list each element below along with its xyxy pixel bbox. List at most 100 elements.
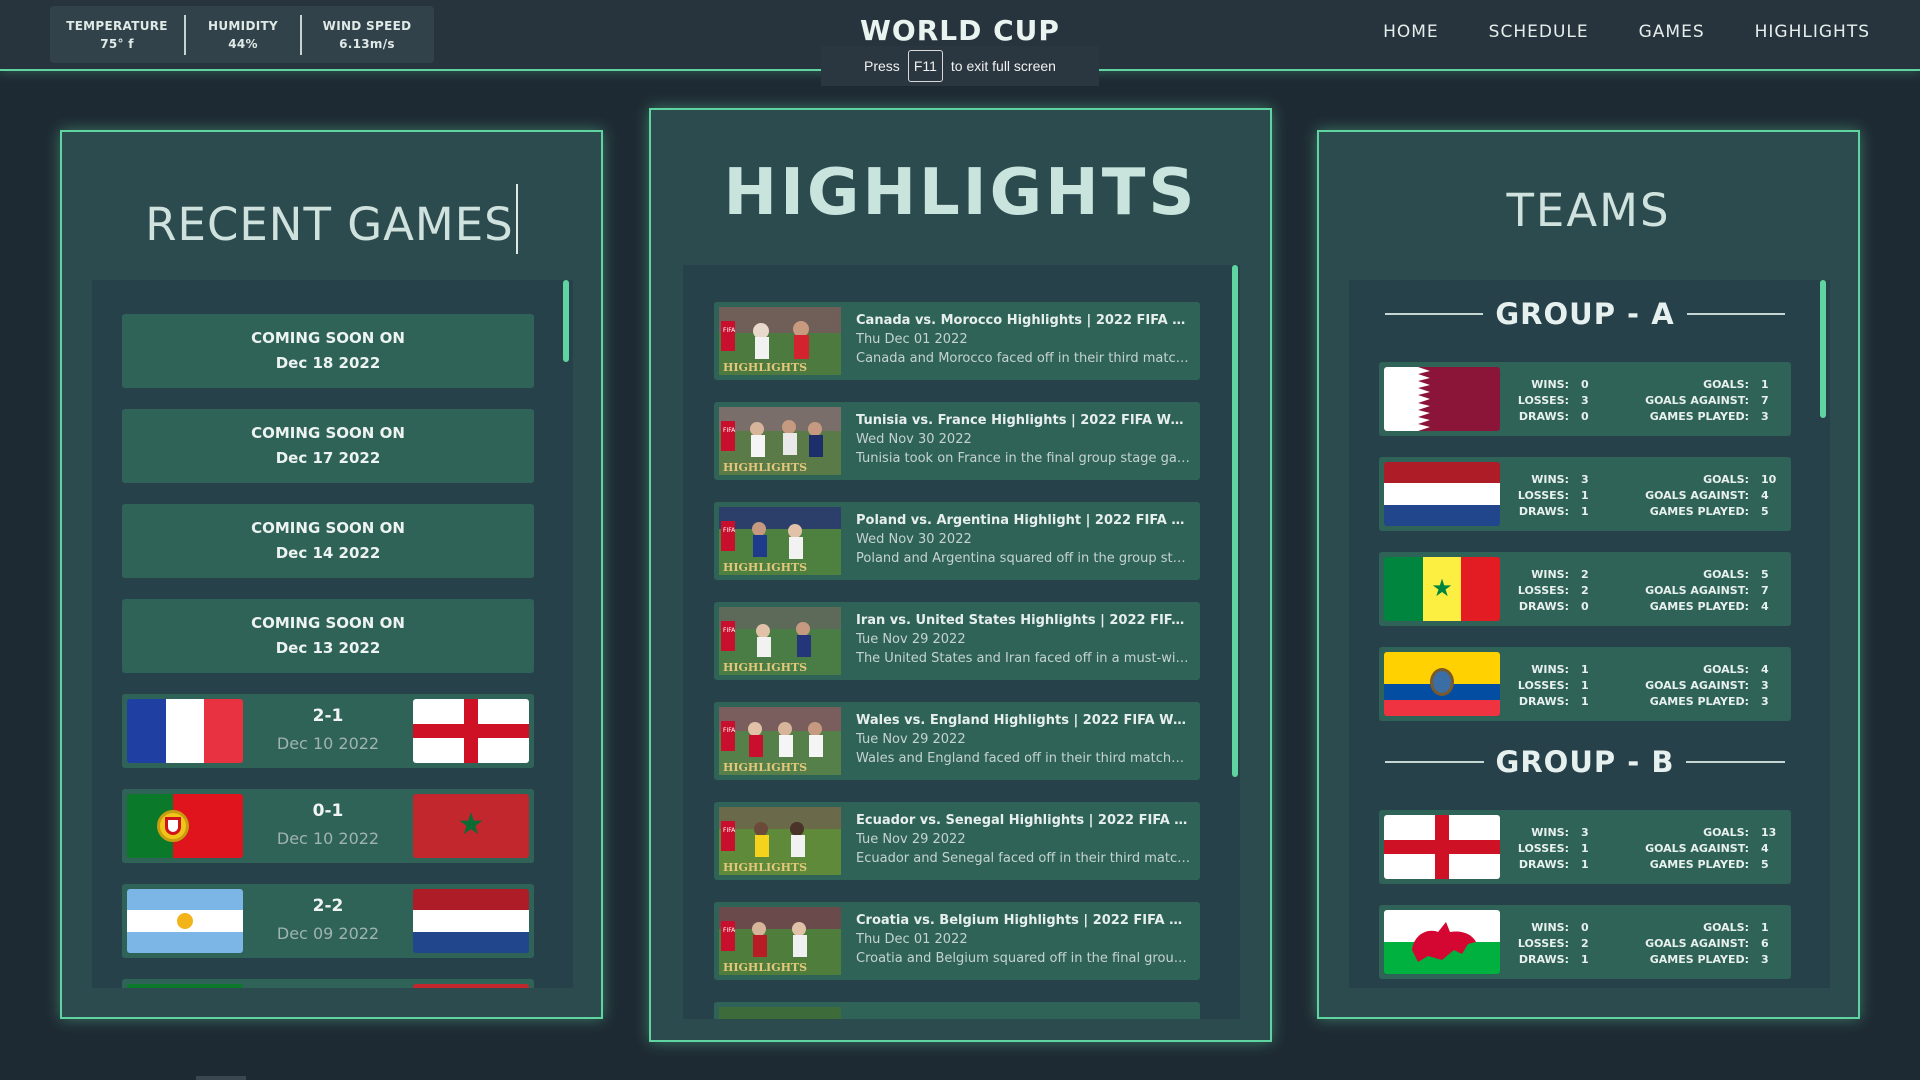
highlight-card[interactable] bbox=[714, 1002, 1200, 1019]
highlights-panel: HIGHLIGHTS FIFA HIGHLIGHTS Canada vs. Mor… bbox=[649, 108, 1272, 1042]
team-goals: GOALS: 4 GOALS AGAINST: 3 GAMES PLAYED: 3 bbox=[1645, 663, 1769, 708]
highlight-card[interactable]: FIFA HIGHLIGHTS Ecuador vs. Senegal Highl… bbox=[714, 802, 1200, 880]
game-result[interactable]: 2-2 Dec 09 2022 bbox=[122, 884, 534, 958]
video-thumbnail: FIFA HIGHLIGHTS bbox=[719, 807, 841, 875]
team-row[interactable]: WINS: 1 LOSSES: 1 DRAWS: 1 GOALS: 4 GOALS AG… bbox=[1379, 647, 1791, 721]
highlight-card[interactable]: FIFA HIGHLIGHTS Canada vs. Morocco Highli… bbox=[714, 302, 1200, 380]
nav-highlights[interactable]: HIGHLIGHTS bbox=[1755, 22, 1870, 42]
group-a-heading: GROUP - A bbox=[1385, 294, 1785, 334]
qatar-flag bbox=[1384, 367, 1500, 431]
video-thumbnail: FIFA HIGHLIGHTS bbox=[719, 607, 841, 675]
game-score: 0-1 bbox=[312, 801, 344, 821]
video-thumbnail: FIFA HIGHLIGHTS bbox=[719, 507, 841, 575]
team-row[interactable]: WINS: 0 LOSSES: 2 DRAWS: 1 GOALS: 1 GOALS AG… bbox=[1379, 905, 1791, 979]
scrollbar[interactable] bbox=[1232, 265, 1238, 777]
upcoming-game[interactable]: COMING SOON ON Dec 13 2022 bbox=[122, 599, 534, 673]
argentina-flag bbox=[127, 889, 243, 953]
svg-text:FIFA: FIFA bbox=[723, 927, 736, 934]
team-goals: GOALS: 5 GOALS AGAINST: 7 GAMES PLAYED: 4 bbox=[1645, 568, 1769, 613]
nav-games[interactable]: GAMES bbox=[1639, 22, 1705, 42]
team-record: WINS: 0 LOSSES: 2 DRAWS: 1 bbox=[1517, 921, 1589, 966]
netherlands-flag bbox=[1384, 462, 1500, 526]
svg-text:FIFA: FIFA bbox=[723, 527, 736, 534]
highlight-title[interactable]: Ecuador vs. Senegal Highlights | 2022 FI… bbox=[856, 813, 1192, 828]
highlight-description: Tunisia took on France in the final grou… bbox=[856, 451, 1192, 466]
svg-text:HIGHLIGHTS: HIGHLIGHTS bbox=[723, 961, 807, 974]
svg-text:FIFA: FIFA bbox=[723, 627, 736, 634]
fullscreen-text: to exit full screen bbox=[950, 58, 1056, 74]
team-row[interactable]: ★ WINS: 2 LOSSES: 2 DRAWS: 0 GOALS: 5 GOALS … bbox=[1379, 552, 1791, 626]
nav-schedule[interactable]: SCHEDULE bbox=[1489, 22, 1589, 42]
highlight-card[interactable]: FIFA HIGHLIGHTS Poland vs. Argentina High… bbox=[714, 502, 1200, 580]
highlight-description: Croatia and Belgium squared off in the f… bbox=[856, 951, 1192, 966]
svg-text:HIGHLIGHTS: HIGHLIGHTS bbox=[723, 861, 807, 874]
taskbar-hint bbox=[196, 1076, 246, 1080]
highlight-date: Wed Nov 30 2022 bbox=[856, 532, 972, 547]
svg-text:HIGHLIGHTS: HIGHLIGHTS bbox=[723, 361, 807, 374]
highlight-title[interactable]: Wales vs. England Highlights | 2022 FIFA… bbox=[856, 713, 1192, 728]
game-result[interactable] bbox=[122, 979, 534, 988]
game-date: Dec 09 2022 bbox=[276, 924, 380, 943]
wales-flag bbox=[1384, 910, 1500, 974]
team-row[interactable]: WINS: 3 LOSSES: 1 DRAWS: 1 GOALS: 10 GOALS A… bbox=[1379, 457, 1791, 531]
england-flag bbox=[413, 699, 529, 763]
upcoming-game[interactable]: COMING SOON ON Dec 14 2022 bbox=[122, 504, 534, 578]
highlights-list[interactable]: FIFA HIGHLIGHTS Canada vs. Morocco Highli… bbox=[683, 265, 1240, 1019]
team-record: WINS: 2 LOSSES: 2 DRAWS: 0 bbox=[1517, 568, 1589, 613]
recent-games-title: RECENT GAMES bbox=[62, 184, 601, 254]
teams-title: TEAMS bbox=[1506, 184, 1671, 237]
scrollbar[interactable] bbox=[1820, 280, 1826, 418]
portugal-flag bbox=[127, 794, 243, 858]
video-thumbnail: FIFA HIGHLIGHTS bbox=[719, 907, 841, 975]
team-goals: GOALS: 1 GOALS AGAINST: 6 GAMES PLAYED: 3 bbox=[1645, 921, 1769, 966]
highlight-date: Tue Nov 29 2022 bbox=[856, 632, 966, 647]
highlight-description: The United States and Iran faced off in … bbox=[856, 651, 1192, 666]
highlight-title[interactable]: Poland vs. Argentina Highlight | 2022 FI… bbox=[856, 513, 1192, 528]
team-record: WINS: 0 LOSSES: 3 DRAWS: 0 bbox=[1517, 378, 1589, 423]
team-record: WINS: 3 LOSSES: 1 DRAWS: 1 bbox=[1517, 473, 1589, 518]
svg-text:HIGHLIGHTS: HIGHLIGHTS bbox=[723, 661, 807, 674]
highlight-card[interactable]: FIFA HIGHLIGHTS Wales vs. England Highlig… bbox=[714, 702, 1200, 780]
svg-text:HIGHLIGHTS: HIGHLIGHTS bbox=[723, 761, 807, 774]
game-result[interactable]: 0-1 Dec 10 2022 ★ bbox=[122, 789, 534, 863]
morocco-flag: ★ bbox=[413, 794, 529, 858]
england-flag bbox=[1384, 815, 1500, 879]
recent-games-list[interactable]: COMING SOON ON Dec 18 2022 COMING SOON ON… bbox=[92, 280, 573, 988]
svg-text:HIGHLIGHTS: HIGHLIGHTS bbox=[723, 561, 807, 574]
svg-text:FIFA: FIFA bbox=[723, 327, 736, 334]
game-result[interactable]: 2-1 Dec 10 2022 bbox=[122, 694, 534, 768]
svg-text:FIFA: FIFA bbox=[723, 827, 736, 834]
game-score: 2-1 bbox=[312, 706, 344, 726]
game-date: Dec 10 2022 bbox=[276, 829, 380, 848]
next-game-flag bbox=[127, 984, 243, 988]
highlight-title[interactable]: Iran vs. United States Highlights | 2022… bbox=[856, 613, 1192, 628]
highlight-card[interactable]: FIFA HIGHLIGHTS Croatia vs. Belgium Highl… bbox=[714, 902, 1200, 980]
highlight-date: Tue Nov 29 2022 bbox=[856, 832, 966, 847]
highlight-card[interactable]: FIFA HIGHLIGHTS Iran vs. United States Hi… bbox=[714, 602, 1200, 680]
svg-text:FIFA: FIFA bbox=[723, 727, 736, 734]
upcoming-game[interactable]: COMING SOON ON Dec 17 2022 bbox=[122, 409, 534, 483]
nav-home[interactable]: HOME bbox=[1383, 22, 1439, 42]
video-thumbnail: FIFA HIGHLIGHTS bbox=[719, 307, 841, 375]
ecuador-flag bbox=[1384, 652, 1500, 716]
upcoming-game[interactable]: COMING SOON ON Dec 18 2022 bbox=[122, 314, 534, 388]
f11-key: F11 bbox=[907, 50, 943, 82]
group-b-heading: GROUP - B bbox=[1385, 742, 1785, 782]
scrollbar[interactable] bbox=[563, 280, 569, 362]
team-row[interactable]: WINS: 3 LOSSES: 1 DRAWS: 1 GOALS: 13 GOALS A… bbox=[1379, 810, 1791, 884]
team-goals: GOALS: 13 GOALS AGAINST: 4 GAMES PLAYED: 5 bbox=[1645, 826, 1777, 871]
video-thumbnail: FIFA HIGHLIGHTS bbox=[719, 707, 841, 775]
main-nav: HOME SCHEDULE GAMES HIGHLIGHTS bbox=[1383, 22, 1870, 42]
team-row[interactable]: WINS: 0 LOSSES: 3 DRAWS: 0 GOALS: 1 GOALS AG… bbox=[1379, 362, 1791, 436]
highlight-date: Thu Dec 01 2022 bbox=[856, 332, 968, 347]
highlight-date: Thu Dec 01 2022 bbox=[856, 932, 968, 947]
netherlands-flag bbox=[413, 889, 529, 953]
highlight-title[interactable]: Tunisia vs. France Highlights | 2022 FIF… bbox=[856, 413, 1192, 428]
highlight-title[interactable]: Croatia vs. Belgium Highlights | 2022 FI… bbox=[856, 913, 1192, 928]
senegal-flag: ★ bbox=[1384, 557, 1500, 621]
highlight-card[interactable]: FIFA HIGHLIGHTS Tunisia vs. France Highli… bbox=[714, 402, 1200, 480]
team-goals: GOALS: 1 GOALS AGAINST: 7 GAMES PLAYED: 3 bbox=[1645, 378, 1769, 423]
teams-panel: TEAMS GROUP - A WINS: 0 LOSSES: 3 DRAWS: 0 … bbox=[1317, 130, 1860, 1019]
highlight-title[interactable]: Canada vs. Morocco Highlights | 2022 FIF… bbox=[856, 313, 1192, 328]
teams-list[interactable]: GROUP - A WINS: 0 LOSSES: 3 DRAWS: 0 GOALS:… bbox=[1349, 280, 1830, 988]
